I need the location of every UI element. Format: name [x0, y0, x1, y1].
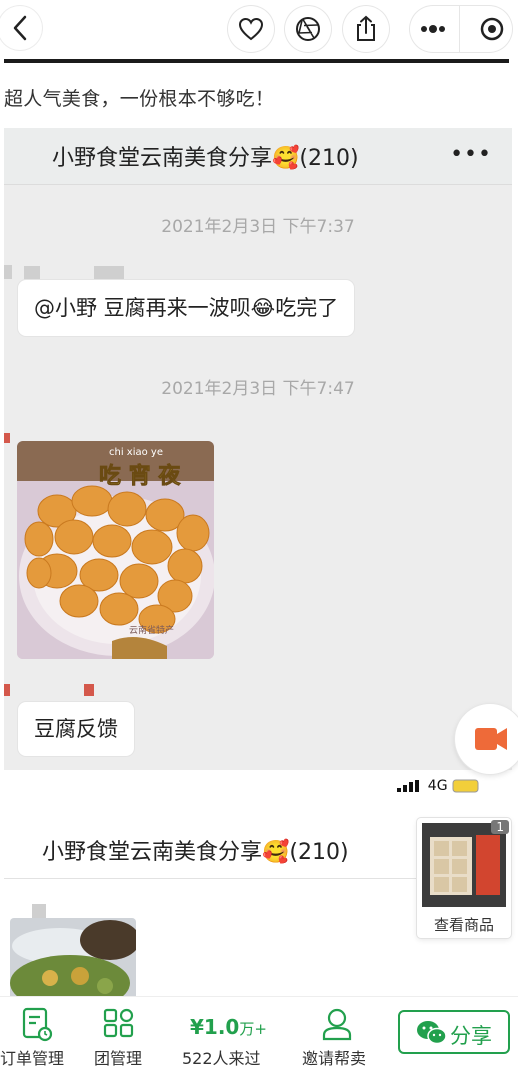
- close-miniprogram-button[interactable]: [460, 6, 512, 52]
- sales-value: ¥1.0: [190, 1015, 240, 1039]
- blurred-avatar: [4, 265, 12, 279]
- video-camera-icon: [475, 728, 507, 750]
- order-management-label: 订单管理: [0, 1049, 65, 1068]
- back-button[interactable]: [0, 6, 42, 50]
- sales-amount: ¥1.0万+: [190, 1015, 267, 1039]
- battery-icon: [452, 779, 479, 793]
- person-icon: [322, 1008, 352, 1041]
- moments-button[interactable]: [285, 6, 331, 52]
- fried-tofu-image: chi xiao ye 吃 宵 夜 云南省特产: [17, 441, 214, 659]
- chat-divider: [4, 878, 416, 879]
- blurred-avatar: [32, 904, 46, 918]
- product-card[interactable]: 1 查看商品: [417, 818, 511, 938]
- product-thumbnail: [422, 823, 506, 907]
- status-bar: 4G: [397, 778, 482, 794]
- product-count-badge: 1: [491, 820, 509, 834]
- message-bubble: 豆腐反馈: [18, 702, 134, 756]
- aperture-icon: [296, 17, 320, 41]
- chat-title: 小野食堂云南美食分享🥰(210): [42, 840, 349, 865]
- share-label: 分享: [450, 1024, 492, 1048]
- order-management-button[interactable]: 订单管理: [0, 1007, 80, 1068]
- blurred-name: [84, 684, 94, 696]
- share-upload-icon: [357, 15, 375, 41]
- message-bubble: @小野 豆腐再来一波呗😂吃完了: [18, 280, 355, 336]
- sales-unit: 万+: [239, 1020, 267, 1038]
- blurred-avatar: [4, 684, 10, 696]
- banner-divider: [4, 59, 509, 63]
- more-button[interactable]: [410, 6, 460, 52]
- bottom-bar: 订单管理 团管理 ¥1.0万+ 522人来过 邀请帮卖 分享: [0, 996, 518, 1073]
- food-photo-2: [10, 918, 136, 1000]
- share-upload-button[interactable]: [343, 6, 389, 52]
- order-list-icon: [22, 1007, 53, 1042]
- svg-text:云南省特产: 云南省特产: [129, 624, 174, 636]
- message-timestamp: 2021年2月3日 下午7:37: [161, 217, 355, 237]
- live-video-button[interactable]: [455, 704, 518, 774]
- target-icon: [480, 17, 504, 41]
- dish-image: [10, 918, 136, 1000]
- network-label: 4G: [427, 778, 448, 794]
- blurred-name: [94, 266, 124, 280]
- heart-icon: [238, 17, 264, 41]
- tofu-package-image: [422, 823, 506, 907]
- signal-icon: [397, 780, 420, 792]
- invite-helper-label: 邀请帮卖: [302, 1049, 367, 1068]
- chat-title: 小野食堂云南美食分享🥰(210): [52, 146, 359, 171]
- group-management-button[interactable]: 团管理: [88, 1007, 148, 1068]
- back-icon: [13, 15, 27, 41]
- invite-helper-button[interactable]: 邀请帮卖: [300, 1007, 374, 1068]
- intro-text: 超人气美食，一份根本不够吃！: [4, 88, 275, 110]
- message-timestamp: 2021年2月3日 下午7:47: [161, 379, 355, 399]
- top-bar: [0, 0, 518, 60]
- more-dots-icon: [421, 25, 445, 33]
- svg-text:chi xiao ye: chi xiao ye: [109, 447, 163, 458]
- blurred-avatar: [24, 266, 40, 280]
- chat-header: 小野食堂云南美食分享🥰(210) •••: [4, 128, 512, 185]
- visitors-label: 522人来过: [182, 1049, 261, 1068]
- svg-text:吃 宵 夜: 吃 宵 夜: [99, 463, 181, 489]
- chat-more-icon: •••: [450, 142, 492, 167]
- favorite-button[interactable]: [228, 6, 274, 52]
- share-button[interactable]: 分享: [398, 1010, 510, 1054]
- chat-screenshot: 小野食堂云南美食分享🥰(210) ••• 2021年2月3日 下午7:37 @小…: [4, 128, 512, 770]
- grid-icon: [103, 1008, 134, 1038]
- view-product-label[interactable]: 查看商品: [417, 914, 511, 935]
- wechat-icon: [417, 1021, 447, 1045]
- group-management-label: 团管理: [94, 1049, 143, 1068]
- blurred-avatar: [4, 433, 10, 443]
- food-photo: chi xiao ye 吃 宵 夜 云南省特产: [17, 441, 214, 659]
